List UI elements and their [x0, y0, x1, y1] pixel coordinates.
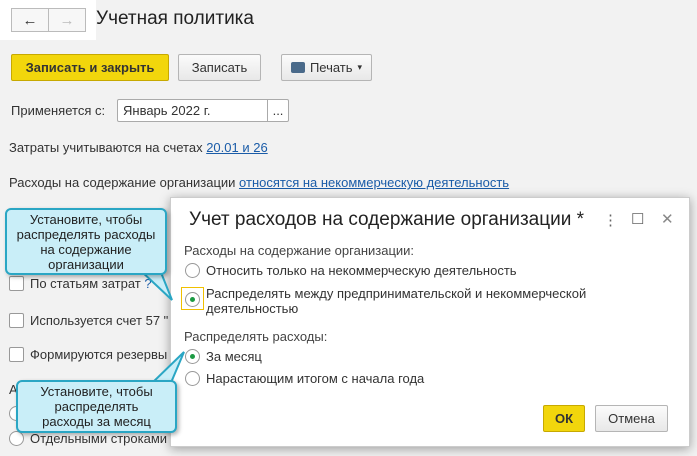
callout-per-month: Установите, чтобы распределять расходы з…	[16, 380, 177, 433]
callout-distribute: Установите, чтобы распределять расходы н…	[5, 208, 167, 275]
